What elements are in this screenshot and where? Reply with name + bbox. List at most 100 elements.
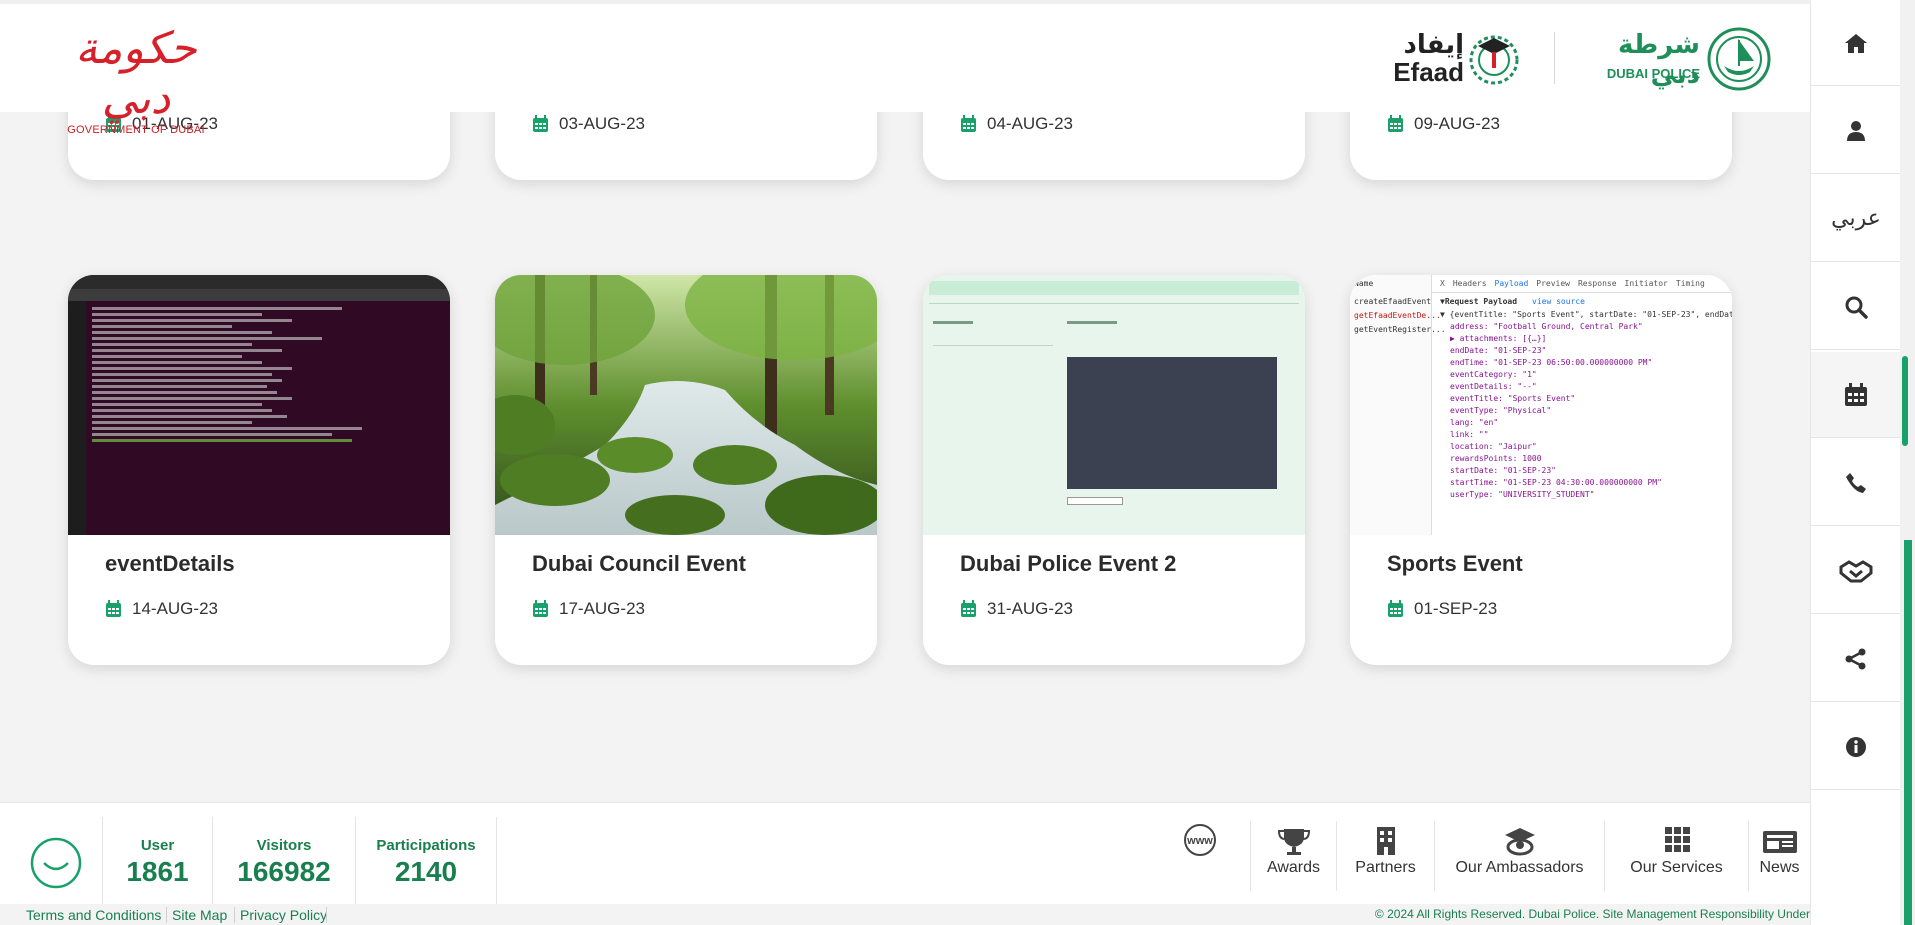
sitemap-link[interactable]: Site Map — [172, 907, 227, 923]
event-card[interactable]: eventDetails 14-AUG-23 — [68, 275, 450, 665]
site-header: حكومة دبي GOVERNMENT OF DUBAI إيفاد Efaa… — [0, 0, 1810, 137]
dubai-police-logo[interactable]: شرطة دبي DUBAI POLICE — [1590, 26, 1775, 92]
payload-line: eventType: "Physical" — [1450, 406, 1552, 415]
payload-line: userType: "UNIVERSITY_STUDENT" — [1450, 490, 1595, 499]
scrollbar-thumb[interactable] — [1904, 540, 1912, 925]
network-payload-screenshot: Name createEfaadEvent getEfaadEventDe...… — [1350, 275, 1732, 535]
police-logo-arabic: شرطة دبي — [1618, 30, 1700, 90]
event-image-api-docs[interactable] — [923, 275, 1305, 535]
card-date-row: 04-AUG-23 — [960, 114, 1073, 134]
event-date: 04-AUG-23 — [987, 114, 1073, 133]
event-date: 17-AUG-23 — [559, 599, 645, 618]
www-icon: www — [1184, 824, 1216, 856]
efaad-english: Efaad — [1393, 57, 1464, 87]
handshake-icon — [1839, 559, 1873, 582]
view-source-link: view source — [1532, 297, 1585, 306]
nav-share[interactable] — [1811, 616, 1901, 702]
payload-line: ▼ {eventTitle: "Sports Event", startDate… — [1440, 310, 1732, 319]
home-icon — [1845, 33, 1867, 53]
terms-link[interactable]: Terms and Conditions — [26, 907, 161, 923]
nav-home[interactable] — [1811, 0, 1901, 86]
stat-user: User 1861 — [102, 817, 212, 909]
efaad-wordmark: إيفاد Efaad — [1382, 30, 1464, 87]
devtools-tabs: X Headers Payload Preview Response Initi… — [1432, 275, 1732, 293]
payload-line: startDate: "01-SEP-23" — [1450, 466, 1556, 475]
smiley-feedback-icon[interactable] — [30, 837, 82, 889]
calendar-icon — [533, 600, 548, 617]
quick-link-ambassadors[interactable]: Our Ambassadors — [1434, 821, 1604, 891]
calendar-icon — [106, 600, 121, 617]
quick-link-label: Our Ambassadors — [1455, 859, 1584, 876]
privacy-link[interactable]: Privacy Policy — [240, 907, 327, 923]
copyright-text: © 2024 All Rights Reserved. Dubai Police… — [1374, 907, 1810, 921]
stat-visitors: Visitors 166982 — [212, 817, 355, 909]
calendar-icon — [1388, 600, 1403, 617]
nav-search[interactable] — [1811, 264, 1901, 350]
event-title[interactable]: eventDetails — [105, 551, 235, 577]
request-list-header: Name — [1354, 279, 1374, 288]
www-text: www — [1186, 835, 1213, 847]
calendar-icon — [1845, 382, 1867, 406]
payload-line: location: "Jaipur" — [1450, 442, 1537, 451]
newspaper-icon — [1763, 831, 1797, 853]
quick-link-services[interactable]: Our Services — [1604, 821, 1748, 891]
quick-link-partners[interactable]: Partners — [1336, 821, 1434, 891]
payload-line: startTime: "01-SEP-23 04:30:00.000000000… — [1450, 478, 1662, 487]
government-of-dubai-logo[interactable]: حكومة دبي GOVERNMENT OF DUBAI — [58, 24, 214, 137]
quick-link-awards[interactable]: Awards — [1250, 821, 1336, 891]
event-card[interactable]: Dubai Council Event 17-AUG-23 — [495, 275, 877, 665]
nav-events[interactable] — [1811, 352, 1901, 438]
search-icon — [1845, 296, 1868, 319]
nav-info[interactable] — [1811, 704, 1901, 790]
event-date: 31-AUG-23 — [987, 599, 1073, 618]
quick-link-news[interactable]: News — [1748, 821, 1810, 891]
event-image-payload[interactable]: Name createEfaadEvent getEfaadEventDe...… — [1350, 275, 1732, 535]
stat-label: Visitors — [256, 837, 312, 854]
quick-link-www[interactable]: www — [1180, 821, 1230, 891]
stat-value: 166982 — [237, 856, 331, 887]
footer-bottom-bar: Terms and Conditions Site Map Privacy Po… — [0, 904, 1810, 925]
calendar-icon — [961, 600, 976, 617]
devtools-tab: Timing — [1675, 279, 1705, 288]
nav-contact[interactable] — [1811, 440, 1901, 526]
header-divider — [1554, 32, 1555, 84]
stat-value: 2140 — [394, 856, 458, 887]
quick-link-label: Partners — [1355, 859, 1416, 876]
event-card[interactable]: Name createEfaadEvent getEfaadEventDe...… — [1350, 275, 1732, 665]
user-icon — [1847, 120, 1865, 141]
event-image-terminal[interactable] — [68, 275, 450, 535]
event-image-forest[interactable] — [495, 275, 877, 535]
nav-partnership[interactable] — [1811, 528, 1901, 614]
nav-profile[interactable] — [1811, 88, 1901, 174]
language-toggle: عربي — [1831, 206, 1881, 231]
event-title[interactable]: Sports Event — [1387, 551, 1523, 577]
devtools-tab: Response — [1577, 279, 1617, 288]
devtools-tab: Headers — [1452, 279, 1487, 288]
dubai-police-emblem-icon — [1707, 27, 1771, 91]
payload-line: eventCategory: "1" — [1450, 370, 1537, 379]
trophy-icon — [1277, 829, 1311, 855]
request-list: Name createEfaadEvent getEfaadEventDe...… — [1350, 275, 1446, 535]
efaad-logo[interactable]: إيفاد Efaad — [1382, 30, 1519, 88]
stat-value: 1861 — [126, 856, 189, 887]
forest-stream-photo — [495, 275, 877, 535]
calendar-icon — [533, 115, 548, 132]
devtools-tab: X — [1440, 279, 1445, 288]
devtools-tab: Initiator — [1624, 279, 1668, 288]
gov-logo-arabic: حكومة دبي — [75, 23, 197, 124]
quick-link-label: Awards — [1266, 859, 1321, 876]
event-title[interactable]: Dubai Police Event 2 — [960, 551, 1176, 577]
payload-line: lang: "en" — [1450, 418, 1499, 427]
card-date-row: 03-AUG-23 — [532, 114, 645, 134]
nav-language[interactable]: عربي — [1811, 176, 1901, 262]
link-separator — [234, 907, 235, 923]
link-separator — [166, 907, 167, 923]
card-date-row: 17-AUG-23 — [532, 599, 645, 619]
payload-line: endDate: "01-SEP-23" — [1450, 346, 1547, 355]
event-title[interactable]: Dubai Council Event — [532, 551, 746, 577]
event-card[interactable]: Dubai Police Event 2 31-AUG-23 — [923, 275, 1305, 665]
payload-line: link: "" — [1450, 430, 1489, 439]
payload-line: eventDetails: "--" — [1450, 382, 1537, 391]
stat-participations: Participations 2140 — [355, 817, 497, 909]
stat-label: User — [140, 837, 175, 854]
